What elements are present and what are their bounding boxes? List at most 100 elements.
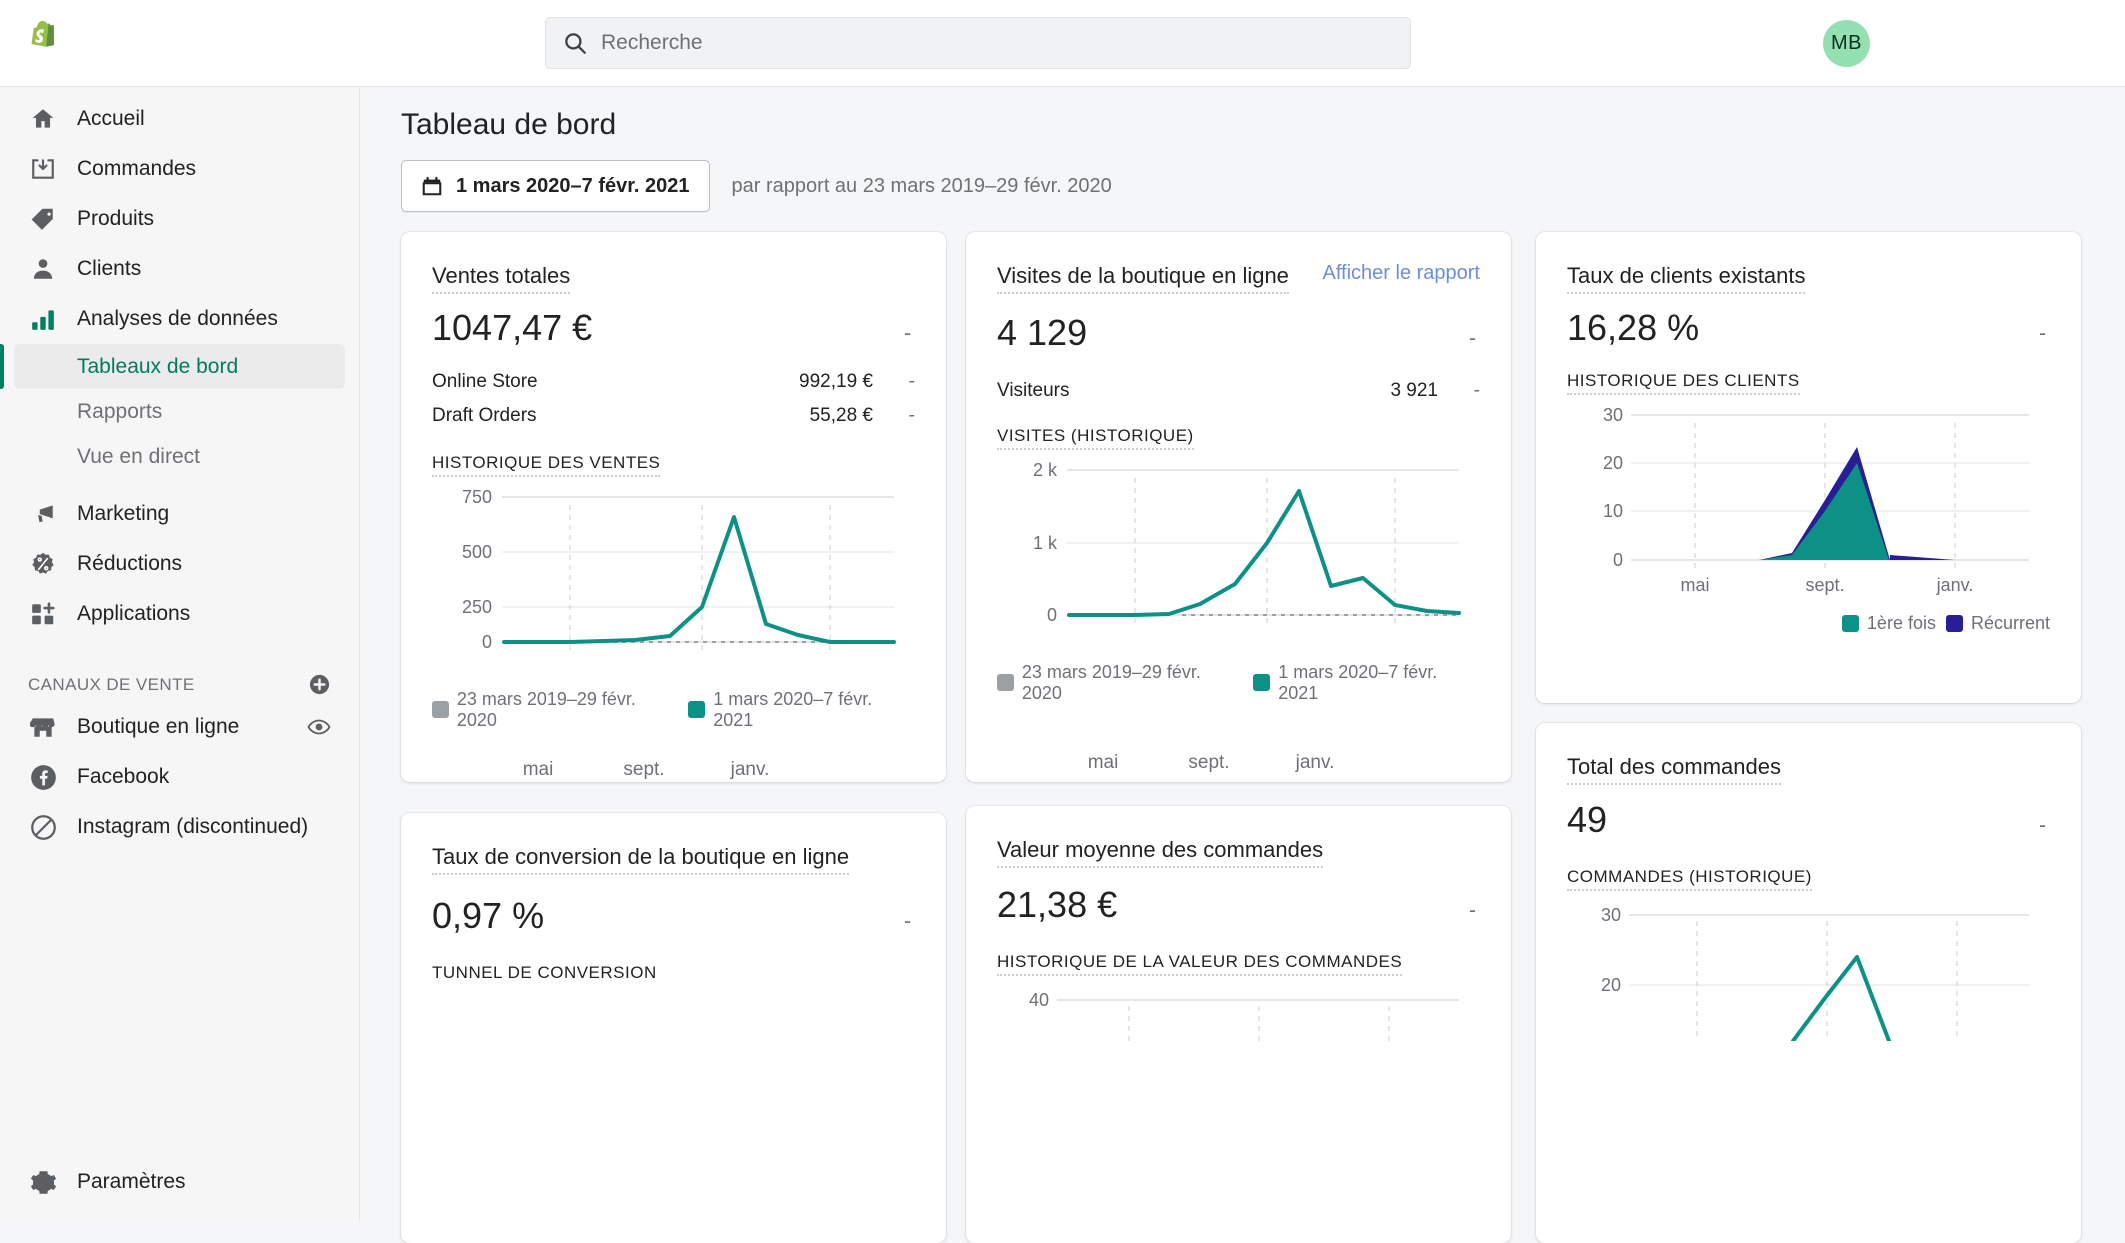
sidebar-item-applications[interactable]: Applications xyxy=(14,589,345,639)
eye-icon[interactable] xyxy=(307,715,331,739)
breakdown-delta: - xyxy=(908,370,915,392)
visits-chart-legend: 23 mars 2019–29 févr. 2020 1 mars 2020–7… xyxy=(997,662,1480,704)
sidebar-item-reductions[interactable]: Réductions xyxy=(14,539,345,589)
active-indicator xyxy=(0,344,4,389)
chart-label: VISITES (HISTORIQUE) xyxy=(997,426,1194,450)
svg-text:0: 0 xyxy=(1613,550,1623,570)
svg-text:sept.: sept. xyxy=(1805,575,1844,595)
legend-entry: 1 mars 2020–7 févr. 2021 xyxy=(688,689,915,731)
sidebar-item-produits[interactable]: Produits xyxy=(14,194,345,244)
breakdown-value: 55,28 € xyxy=(809,404,873,426)
breakdown-row: Visiteurs 3 921 - xyxy=(997,380,1480,402)
metric-delta: - xyxy=(2039,321,2046,345)
card-store-visits: Visites de la boutique en ligne Afficher… xyxy=(966,232,1511,782)
customers-chart-legend: 1ère fois Récurrent xyxy=(1567,613,2050,634)
legend-label: Récurrent xyxy=(1970,612,2050,633)
search-icon xyxy=(562,30,588,56)
svg-text:2 k: 2 k xyxy=(1033,460,1058,480)
shopify-logo[interactable] xyxy=(8,21,88,65)
chart-label: HISTORIQUE DES CLIENTS xyxy=(1567,371,1800,395)
bar-chart-icon xyxy=(28,304,58,334)
metric-value: 21,38 € xyxy=(997,883,1118,925)
legend-entry: 1 mars 2020–7 févr. 2021 xyxy=(1253,662,1480,704)
sidebar-item-analyses[interactable]: Analyses de données xyxy=(14,294,345,344)
facebook-icon xyxy=(28,762,58,792)
sidebar-item-accueil[interactable]: Accueil xyxy=(14,94,345,144)
metric-delta: - xyxy=(1469,326,1476,350)
metric-value: 4 129 xyxy=(997,311,1088,353)
legend-label: 1 mars 2020–7 févr. 2021 xyxy=(1278,661,1438,703)
sidebar-item-clients[interactable]: Clients xyxy=(14,244,345,294)
sidebar-subitem-label: Tableaux de bord xyxy=(77,354,239,378)
person-icon xyxy=(28,254,58,284)
chart-label: HISTORIQUE DE LA VALEUR DES COMMANDES xyxy=(997,952,1403,976)
metric-value: 49 xyxy=(1567,798,1608,840)
sidebar-item-parametres[interactable]: Paramètres xyxy=(0,1157,360,1207)
sidebar-item-boutique-en-ligne[interactable]: Boutique en ligne xyxy=(14,702,345,752)
main-content: Tableau de bord 1 mars 2020–7 févr. 2021… xyxy=(361,88,2125,1243)
legend-entry: 1ère fois xyxy=(1841,612,1936,634)
search-bar[interactable] xyxy=(545,17,1411,69)
sidebar-item-rapports[interactable]: Rapports xyxy=(14,389,345,434)
legend-swatch xyxy=(997,674,1014,691)
sidebar-item-label: Clients xyxy=(77,257,142,280)
legend-label: 1ère fois xyxy=(1866,612,1936,633)
legend-label: 23 mars 2019–29 févr. 2020 xyxy=(1021,661,1201,703)
metric-value: 0,97 % xyxy=(432,894,545,936)
svg-text:1 k: 1 k xyxy=(1033,533,1058,553)
card-total-orders: Total des commandes 49 - COMMANDES (HIST… xyxy=(1536,723,2081,1243)
sidebar-item-label: Facebook xyxy=(77,765,170,788)
card-title: Valeur moyenne des commandes xyxy=(997,836,1324,868)
metric-value: 1047,47 € xyxy=(432,306,593,348)
svg-text:40: 40 xyxy=(1029,990,1049,1010)
date-range-button[interactable]: 1 mars 2020–7 févr. 2021 xyxy=(401,160,710,212)
view-report-link[interactable]: Afficher le rapport xyxy=(1323,262,1481,285)
metric-delta: - xyxy=(904,321,911,345)
sidebar-item-label: Instagram (discontinued) xyxy=(77,815,309,838)
sidebar-item-label: Réductions xyxy=(77,552,183,575)
breakdown-name: Visiteurs xyxy=(997,379,1070,401)
breakdown-delta: - xyxy=(1473,379,1480,401)
sidebar-item-marketing[interactable]: Marketing xyxy=(14,489,345,539)
sidebar-subitem-label: Vue en direct xyxy=(77,444,200,468)
sidebar-item-label: Boutique en ligne xyxy=(77,715,240,738)
page-title: Tableau de bord xyxy=(401,108,617,141)
svg-text:30: 30 xyxy=(1601,905,1621,925)
card-title: Taux de conversion de la boutique en lig… xyxy=(432,843,850,875)
chart-label: COMMANDES (HISTORIQUE) xyxy=(1567,867,1812,891)
order-value-history-chart: 40 xyxy=(1029,990,1459,1046)
sidebar-item-label: Analyses de données xyxy=(77,307,278,330)
legend-swatch xyxy=(1253,674,1271,691)
svg-text:250: 250 xyxy=(462,597,492,617)
sidebar-item-facebook[interactable]: Facebook xyxy=(14,752,345,802)
svg-text:30: 30 xyxy=(1603,405,1623,425)
sidebar-item-label: Produits xyxy=(77,207,155,230)
sidebar-item-vue-en-direct[interactable]: Vue en direct xyxy=(14,434,345,479)
avatar[interactable]: MB xyxy=(1823,20,1870,67)
svg-text:500: 500 xyxy=(462,542,492,562)
search-input[interactable] xyxy=(601,31,1394,55)
legend-swatch xyxy=(1945,614,1963,632)
breakdown-value: 992,19 € xyxy=(799,370,873,392)
sidebar-item-commandes[interactable]: Commandes xyxy=(14,144,345,194)
card-average-order-value: Valeur moyenne des commandes 21,38 € - H… xyxy=(966,806,1511,1243)
apps-grid-plus-icon xyxy=(28,599,58,629)
tag-icon xyxy=(28,204,58,234)
svg-text:0: 0 xyxy=(1047,605,1057,625)
metric-delta: - xyxy=(1469,898,1476,922)
card-title: Ventes totales xyxy=(432,262,571,294)
compare-period-text: par rapport au 23 mars 2019–29 févr. 202… xyxy=(731,174,1112,197)
breakdown-value: 3 921 xyxy=(1390,379,1438,401)
sidebar-item-instagram[interactable]: Instagram (discontinued) xyxy=(14,802,345,852)
customers-history-chart: 30 20 10 0 mai sept. janv. xyxy=(1603,405,2029,595)
sales-history-chart: 750 500 250 0 xyxy=(462,487,896,653)
card-title: Taux de clients existants xyxy=(1567,262,1806,294)
svg-text:mai: mai xyxy=(1680,575,1709,595)
add-channel-icon[interactable] xyxy=(308,673,331,696)
sidebar-item-tableaux-de-bord[interactable]: Tableaux de bord xyxy=(14,344,345,389)
chart-label: HISTORIQUE DES VENTES xyxy=(432,453,661,477)
svg-text:750: 750 xyxy=(462,487,492,507)
sales-chart-legend: 23 mars 2019–29 févr. 2020 1 mars 2020–7… xyxy=(432,689,915,731)
card-conversion-rate: Taux de conversion de la boutique en lig… xyxy=(401,813,946,1243)
metric-delta: - xyxy=(904,909,911,933)
